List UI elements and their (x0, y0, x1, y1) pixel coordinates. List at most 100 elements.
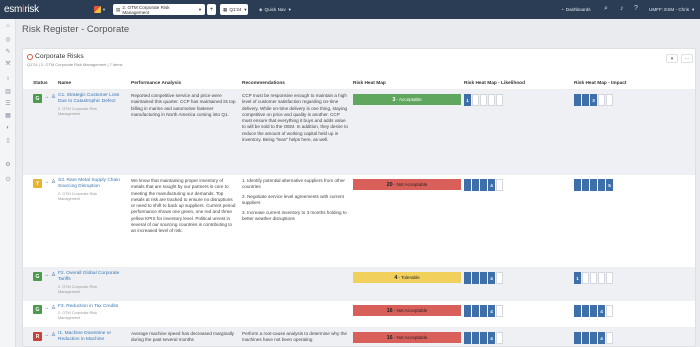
owner-icon: ♙ (51, 332, 56, 338)
level-cell (582, 94, 589, 106)
card-title: Corporate Risks (35, 53, 84, 60)
chevron-down-icon: ▼ (691, 7, 696, 12)
quick-nav-icon: ◈ (259, 6, 263, 12)
table-row[interactable]: Y → ♙ S3. Rare Metal Supply Chain Sourcin… (23, 174, 695, 267)
help-icon[interactable]: ? (634, 5, 638, 12)
quick-nav-menu[interactable]: ◈ Quick Nav ▼ (259, 4, 292, 15)
gavel-icon[interactable]: ⚒ (4, 59, 12, 67)
impact-heat-map: 3 (574, 94, 613, 106)
risk-heat-map: 20- Not Acceptable (353, 179, 461, 190)
lightbulb-icon[interactable]: ♁ (4, 75, 12, 83)
recommendation-1: 1. Identify potential alternative suppli… (242, 178, 345, 190)
level-cell: 3 (590, 94, 597, 106)
level-cell: 5 (606, 179, 613, 191)
register-line: Management (58, 316, 81, 321)
register-select[interactable]: ▤ 2. OTM Corporate Risk Management ▼ (113, 4, 205, 15)
likelihood-heat-map: 4 (464, 272, 503, 284)
header-heat-map[interactable]: Risk Heat Map (353, 81, 386, 86)
power-icon[interactable]: ⏻ (4, 176, 12, 184)
header-name[interactable]: Name (58, 81, 71, 86)
sidebar: ⌂ ◎ ✎ ⚒ ♁ ▥ ☰ ▦ ◐ ▯ ⚙ ⏻ (0, 19, 16, 347)
performance-analysis: Reported competitive service and price w… (131, 93, 236, 117)
dashboard-icon: ◔ (561, 7, 564, 12)
app-logo[interactable]: esm i risk (0, 0, 62, 19)
more-icon[interactable]: ⋯ (681, 54, 693, 63)
table-row[interactable]: R → ♙ I1. Machine Downtime or Reduction i… (23, 327, 695, 346)
level-cell (464, 272, 471, 284)
risk-name-line: S3. Rare Metal Supply Chain (58, 178, 120, 183)
level-cell (480, 272, 487, 284)
level-cell (472, 179, 479, 191)
heat-score: 4 (394, 274, 398, 281)
gear-icon[interactable]: ⚙ (4, 160, 12, 168)
level-cell (574, 305, 581, 317)
bar-chart-icon[interactable]: ▥ (4, 87, 12, 95)
level-cell (574, 94, 581, 106)
heat-score: 16 (386, 307, 393, 314)
level-cell (496, 272, 503, 284)
heat-score: 3 (392, 96, 396, 103)
risk-heat-map: 16- Not Acceptable (353, 332, 461, 343)
risk-name-link[interactable]: F2. Overall Global Corporate Tariffs (58, 271, 128, 283)
likelihood-heat-map: 4 (464, 305, 503, 317)
status-badge: R (33, 332, 42, 341)
document-icon[interactable]: ▯ (4, 136, 12, 144)
tools-icon[interactable]: ✎ (4, 47, 12, 55)
compass-icon[interactable]: ◎ (4, 35, 12, 43)
register-label: 2. OTM Corporate Risk Management (58, 107, 118, 117)
level-cell (472, 272, 479, 284)
register-label: 2. OTM Corporate Risk Management (58, 285, 118, 295)
owner-icon: ♙ (51, 179, 56, 185)
status-badge: G (33, 94, 42, 103)
page-title: Risk Register - Corporate (22, 24, 130, 35)
level-cell (488, 94, 495, 106)
level-cell: 4 (598, 305, 605, 317)
risk-name-link[interactable]: I1. Machine Downtime or Reduction in Mach… (58, 331, 128, 343)
home-icon[interactable]: ⌂ (4, 22, 12, 30)
level-cell (472, 305, 479, 317)
period-select[interactable]: ▦ Q1'24 ▼ (220, 4, 248, 15)
header-likelihood[interactable]: Risk Heat Map - Likelihood (464, 81, 525, 86)
level-cell: 4 (488, 305, 495, 317)
heat-label: - Acceptable (396, 97, 422, 102)
impact-heat-map: 4 (574, 305, 613, 317)
search-icon[interactable]: ⌕ (604, 5, 608, 13)
level-cell (590, 272, 597, 284)
level-cell (606, 332, 613, 344)
table-row[interactable]: G → ♙ F2. Overall Global Corporate Tariff… (23, 267, 695, 300)
risk-heat-map: 16- Not Acceptable (353, 305, 461, 316)
heat-label: - Not Acceptable (393, 308, 428, 313)
status-badge: G (33, 305, 42, 314)
filter-icon[interactable]: ▾ (666, 54, 678, 63)
level-cell (590, 179, 597, 191)
list-icon[interactable]: ☰ (4, 99, 12, 107)
user-menu[interactable]: UMFF: ESM - Chris ▼ (649, 4, 695, 15)
header-performance[interactable]: Performance Analysis (131, 81, 181, 86)
card-subtitle: Q1'24 | 2. OTM Corporate Risk Management… (27, 61, 123, 67)
level-cell (582, 179, 589, 191)
register-line: 2. OTM Corporate Risk (58, 311, 98, 315)
risk-name-line: C1. Strategic Customer Loss (58, 93, 120, 98)
header-impact[interactable]: Risk Heat Map - Impact (574, 81, 627, 86)
register-select-label: 2. OTM Corporate Risk Management (122, 4, 170, 15)
header-status[interactable]: Status (33, 81, 48, 86)
speedometer-icon[interactable]: ◐ (4, 124, 12, 132)
add-button[interactable]: + (207, 4, 216, 15)
risk-name-line: F2. Overall Global Corporate (58, 271, 120, 276)
table-icon[interactable]: ▦ (4, 111, 12, 119)
table-row[interactable]: G → ♙ F3. Reduction in Tax Credits 2. OT… (23, 300, 695, 327)
theme-picker[interactable]: ▼ (94, 4, 107, 15)
risk-name-link[interactable]: F3. Reduction in Tax Credits (58, 304, 128, 310)
logo-text-left: esm (4, 4, 22, 15)
risk-name-link[interactable]: S3. Rare Metal Supply Chain Sourcing Disr… (58, 178, 128, 190)
table-row[interactable]: G → ♙ C1. Strategic Customer Loss Due to … (23, 89, 695, 174)
dashboards-link[interactable]: ◔ Dashboards (561, 4, 591, 15)
risk-name-link[interactable]: C1. Strategic Customer Loss Due to Catast… (58, 93, 128, 105)
impact-heat-map: 4 (574, 332, 613, 344)
heat-label: - Not Acceptable (393, 182, 428, 187)
level-cell (472, 332, 479, 344)
header-recommendations[interactable]: Recommendations (242, 81, 285, 86)
bell-icon[interactable]: ♪ (620, 5, 624, 12)
recommendations: Perform a root-cause analysis to determi… (242, 331, 347, 343)
chevron-down-icon: ▼ (243, 7, 248, 12)
